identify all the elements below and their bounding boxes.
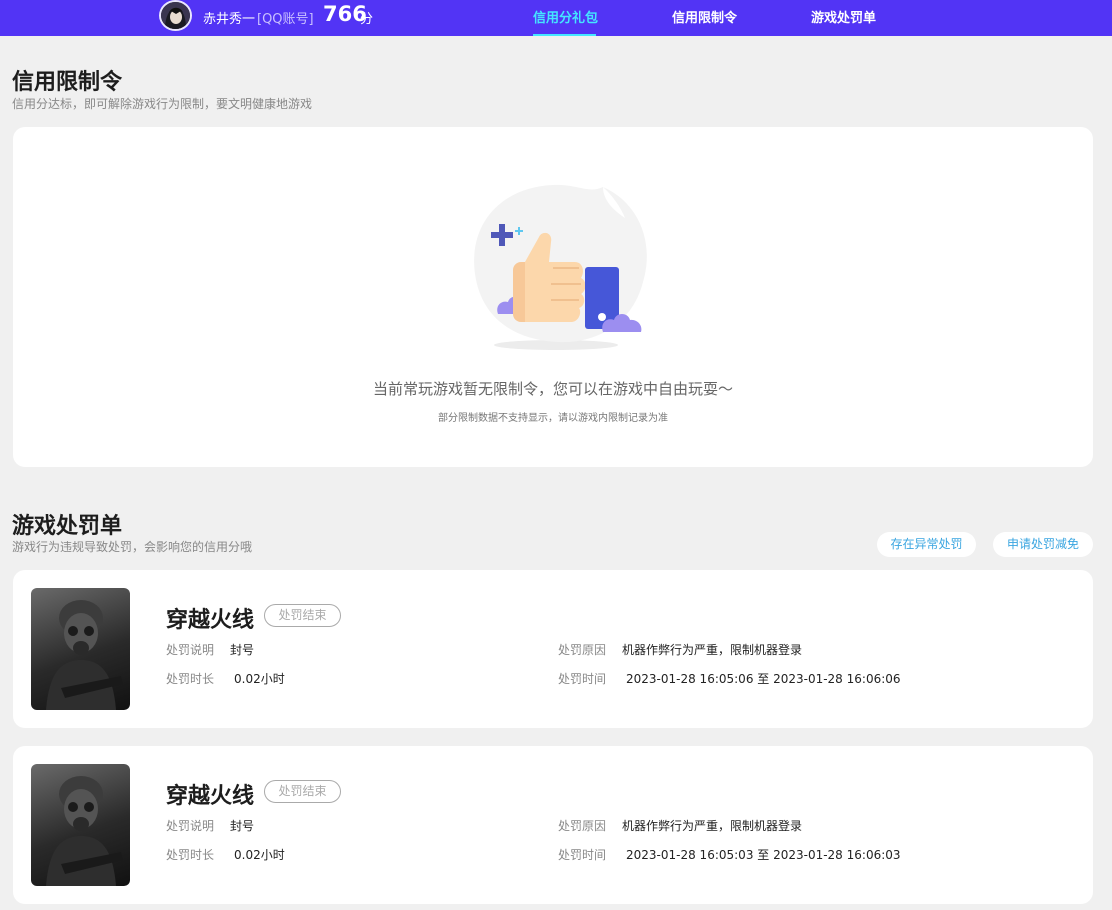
time-label: 处罚时间 [558,848,607,862]
tab-penalty[interactable]: 游戏处罚单 [811,7,876,26]
tab-restriction[interactable]: 信用限制令 [672,7,737,26]
reason-label: 处罚原因 [558,819,607,833]
time-value: 2023-01-28 16:05:03 至 2023-01-28 16:06:0… [626,848,901,862]
game-title: 穿越火线 [166,784,255,809]
penalty-section-title: 游戏处罚单 [12,514,123,539]
soldier-gas-mask-icon [46,776,123,886]
user-name: 赤井秀一 [203,12,256,27]
restriction-section-subtitle: 信用分达标，即可解除游戏行为限制，要文明健康地游戏 [12,97,313,111]
game-thumbnail [31,588,130,710]
top-nav-bar: 赤井秀一 [QQ账号] 766 分 信用分礼包 信用限制令 游戏处罚单 [0,0,1112,36]
status-badge: 处罚结束 [264,780,341,803]
status-badge: 处罚结束 [264,604,341,627]
game-title: 穿越火线 [166,608,255,633]
description-value: 封号 [230,819,255,833]
duration-value: 0.02小时 [234,848,285,862]
game-thumbnail [31,764,130,886]
time-value: 2023-01-28 16:05:06 至 2023-01-28 16:06:0… [626,672,901,686]
penalty-record-card: 穿越火线 处罚结束 处罚说明 封号 处罚时长 0.02小时 处罚原因 机器作弊行… [13,746,1093,904]
reason-label: 处罚原因 [558,643,607,657]
description-label: 处罚说明 [166,643,215,657]
reason-value: 机器作弊行为严重，限制机器登录 [622,643,803,657]
restriction-card: 当前常玩游戏暂无限制令，您可以在游戏中自由玩耍～ 部分限制数据不支持显示，请以游… [13,127,1093,467]
description-label: 处罚说明 [166,819,215,833]
thumbs-up-illustration [474,184,647,350]
active-tab-indicator [533,34,596,36]
duration-value: 0.02小时 [234,672,285,686]
penalty-record-card: 穿越火线 处罚结束 处罚说明 封号 处罚时长 0.02小时 处罚原因 机器作弊行… [13,570,1093,728]
time-label: 处罚时间 [558,672,607,686]
penalty-section-subtitle: 游戏行为违规导致处罚，会影响您的信用分哦 [12,540,253,554]
credit-score-unit: 分 [360,12,374,27]
restriction-section-title: 信用限制令 [12,70,123,95]
empty-restriction-note: 部分限制数据不支持显示，请以游戏内限制记录为准 [438,413,668,424]
duration-label: 处罚时长 [166,848,215,862]
penalty-reduction-button[interactable]: 申请处罚减免 [993,532,1093,557]
description-value: 封号 [230,643,255,657]
avatar[interactable] [159,0,192,31]
soldier-gas-mask-icon [46,600,123,710]
tab-credit-gift[interactable]: 信用分礼包 [533,7,598,26]
abnormal-penalty-button[interactable]: 存在异常处罚 [877,532,976,557]
reason-value: 机器作弊行为严重，限制机器登录 [622,819,803,833]
duration-label: 处罚时长 [166,672,215,686]
empty-restriction-message: 当前常玩游戏暂无限制令，您可以在游戏中自由玩耍～ [372,380,733,398]
account-type: [QQ账号] [257,12,314,27]
